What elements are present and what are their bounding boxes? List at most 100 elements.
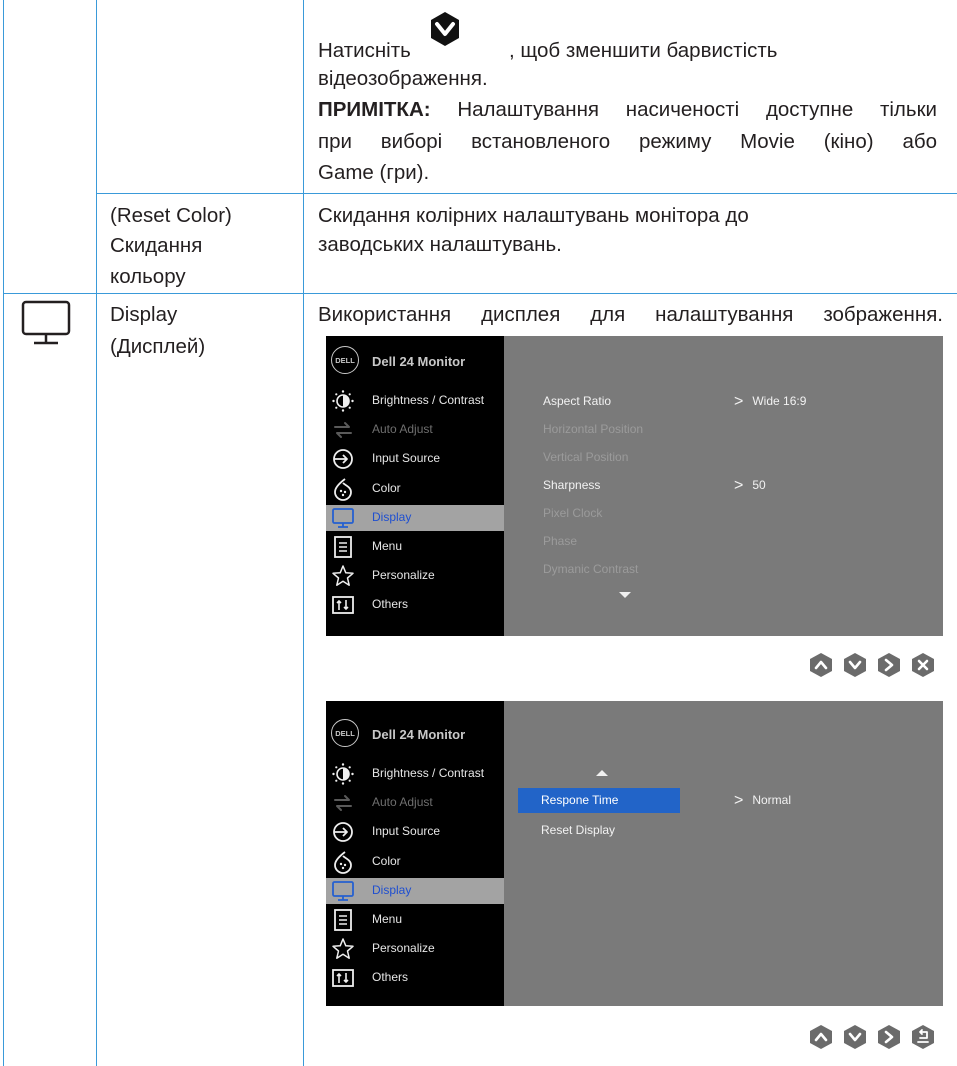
note-text: Game (гри). bbox=[318, 161, 430, 184]
osd-option-selected[interactable]: Respone Time bbox=[518, 788, 680, 813]
osd-option[interactable]: Dymanic Contrast bbox=[543, 562, 638, 576]
osd-menu-label: Menu bbox=[372, 539, 403, 553]
up-icon bbox=[808, 652, 834, 678]
osd-title: Dell 24 Monitor bbox=[372, 727, 466, 742]
osd-menu-item[interactable]: Brightness / Contrast bbox=[326, 388, 504, 414]
osd-submenu-panel: Aspect Ratio Horizontal Position Vertical … bbox=[504, 336, 943, 636]
osd-option[interactable]: Sharpness bbox=[543, 478, 600, 492]
scroll-down-icon[interactable] bbox=[619, 592, 631, 598]
osd-menu-item[interactable]: Menu bbox=[326, 907, 504, 933]
table-row-divider bbox=[3, 293, 957, 294]
auto-adjust-icon bbox=[331, 418, 355, 442]
reset-color-label: Скидання bbox=[110, 234, 203, 257]
color-icon bbox=[331, 850, 355, 874]
osd-menu-label: Menu bbox=[372, 912, 403, 926]
table-row-divider bbox=[96, 193, 957, 194]
display-icon bbox=[331, 879, 355, 903]
osd-menu-label: Brightness / Contrast bbox=[372, 393, 485, 407]
osd-menu-label: Input Source bbox=[372, 451, 441, 466]
instruction-text: Натисніть bbox=[318, 39, 411, 62]
osd-menu-label: Personalize bbox=[372, 568, 435, 583]
value-text: 50 bbox=[752, 478, 766, 492]
table-border-left bbox=[3, 0, 4, 1066]
osd-menu-label: Display bbox=[372, 509, 412, 524]
osd-menu-item[interactable]: Brightness / Contrast bbox=[326, 761, 504, 787]
brightness-icon bbox=[331, 389, 355, 413]
osd-main-menu: DELL Dell 24 Monitor Brightness / Contra… bbox=[326, 336, 504, 636]
display-icon bbox=[331, 506, 355, 530]
color-icon bbox=[331, 477, 355, 501]
table-border-col2 bbox=[303, 0, 304, 1066]
osd-menu-item[interactable]: Auto Adjust bbox=[326, 790, 504, 816]
auto-adjust-icon bbox=[331, 791, 355, 815]
osd-option-value: > Normal bbox=[734, 791, 791, 809]
osd-menu-item[interactable]: Auto Adjust bbox=[326, 417, 504, 443]
menu-icon bbox=[331, 908, 355, 932]
down-button-icon bbox=[431, 12, 459, 46]
note-text: ПРИМІТКА: Налаштування насиченості досту… bbox=[318, 98, 937, 121]
osd-screenshot: DELL Dell 24 Monitor Brightness / Contra… bbox=[326, 701, 943, 1006]
star-icon bbox=[331, 564, 355, 588]
star-icon bbox=[331, 937, 355, 961]
value-text: Wide 16:9 bbox=[752, 394, 807, 408]
osd-option[interactable]: Aspect Ratio bbox=[543, 394, 611, 408]
osd-option[interactable]: Horizontal Position bbox=[543, 422, 643, 436]
osd-menu-item[interactable]: Input Source bbox=[326, 446, 504, 472]
display-description: Використання дисплея для налаштування зо… bbox=[318, 303, 943, 326]
note-label: ПРИМІТКА: bbox=[318, 98, 431, 121]
down-icon bbox=[842, 1024, 868, 1050]
others-icon bbox=[331, 966, 355, 990]
osd-menu-item[interactable]: Input Source bbox=[326, 819, 504, 845]
chevron-right-icon: > bbox=[734, 792, 744, 809]
table-border-col1 bbox=[96, 0, 97, 1066]
osd-title: Dell 24 Monitor bbox=[372, 354, 466, 369]
chevron-right-icon: > bbox=[734, 477, 744, 494]
osd-option[interactable]: Pixel Clock bbox=[543, 506, 602, 520]
scroll-up-icon[interactable] bbox=[596, 770, 608, 776]
back-icon bbox=[910, 1024, 936, 1050]
instruction-text: відеозображення. bbox=[318, 67, 488, 90]
close-icon bbox=[910, 652, 936, 678]
osd-menu-label: Color bbox=[372, 853, 401, 868]
value-text: Normal bbox=[752, 793, 792, 807]
osd-menu-label: Input Source bbox=[372, 824, 441, 839]
others-icon bbox=[331, 593, 355, 617]
note-text: при виборі встановленого режиму Movie (к… bbox=[318, 130, 937, 153]
osd-menu-label: Color bbox=[372, 480, 401, 495]
brightness-icon bbox=[331, 762, 355, 786]
reset-color-label: (Reset Color) bbox=[110, 204, 232, 227]
up-icon bbox=[808, 1024, 834, 1050]
osd-menu-label: Personalize bbox=[372, 941, 435, 956]
osd-menu-item[interactable]: Personalize bbox=[326, 563, 504, 589]
osd-menu-item[interactable]: Color bbox=[326, 849, 504, 875]
osd-menu-item[interactable]: Color bbox=[326, 476, 504, 502]
osd-menu-item[interactable]: Display bbox=[326, 504, 504, 531]
osd-option[interactable]: Vertical Position bbox=[543, 450, 628, 464]
osd-menu-label: Others bbox=[372, 970, 409, 985]
osd-menu-label: Brightness / Contrast bbox=[372, 766, 485, 780]
osd-menu-item[interactable]: Personalize bbox=[326, 936, 504, 962]
input-source-icon bbox=[331, 820, 355, 844]
osd-menu-item[interactable]: Display bbox=[326, 877, 504, 904]
osd-menu-item[interactable]: Others bbox=[326, 592, 504, 618]
monitor-icon bbox=[21, 300, 71, 345]
reset-color-description: заводських налаштувань. bbox=[318, 233, 562, 256]
instruction-text: , щоб зменшити барвистість bbox=[509, 39, 778, 62]
reset-color-description: Скидання колірних налаштувань монітора д… bbox=[318, 204, 749, 227]
osd-menu-item[interactable]: Menu bbox=[326, 534, 504, 560]
input-source-icon bbox=[331, 447, 355, 471]
osd-option[interactable]: Phase bbox=[543, 534, 577, 548]
osd-submenu-panel: Respone Time Reset Display > Normal bbox=[504, 701, 943, 1006]
menu-icon bbox=[331, 535, 355, 559]
display-label: Display bbox=[110, 303, 178, 326]
osd-main-menu: DELL Dell 24 Monitor Brightness / Contra… bbox=[326, 701, 504, 1006]
osd-menu-item[interactable]: Others bbox=[326, 965, 504, 991]
osd-menu-label: Auto Adjust bbox=[372, 795, 433, 810]
osd-option[interactable]: Reset Display bbox=[541, 823, 615, 837]
osd-menu-label: Display bbox=[372, 882, 412, 897]
down-icon bbox=[842, 652, 868, 678]
dell-logo: DELL bbox=[331, 346, 359, 374]
osd-menu-label: Others bbox=[372, 597, 409, 612]
osd-screenshot: DELL Dell 24 Monitor Brightness / Contra… bbox=[326, 336, 943, 636]
dell-logo: DELL bbox=[331, 719, 359, 747]
